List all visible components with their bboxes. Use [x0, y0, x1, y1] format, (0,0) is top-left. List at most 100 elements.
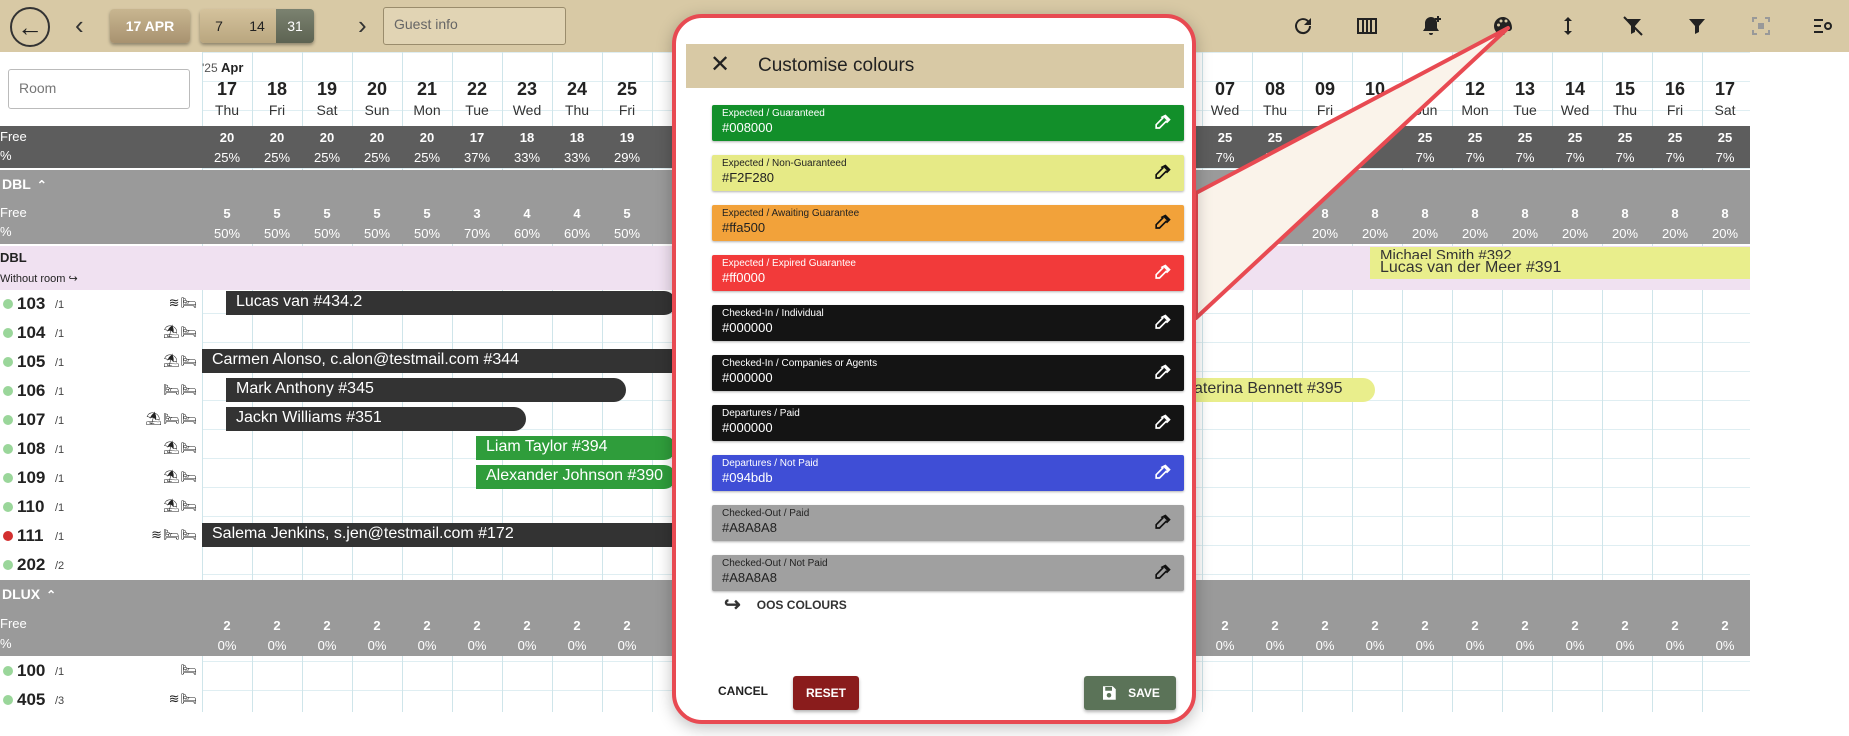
close-button[interactable]: ✕ — [710, 50, 730, 79]
date-number: 11 — [1415, 79, 1435, 99]
booking-bar[interactable]: aterina Bennett #395 — [1190, 378, 1375, 402]
prev-period-button[interactable]: ‹ — [75, 12, 84, 38]
reset-button[interactable]: RESET — [793, 676, 859, 710]
colour-swatch[interactable]: Checked-Out / Not Paid #A8A8A8 — [712, 555, 1184, 591]
customise-colours-dialog: ✕ Customise colours Expected / Guarantee… — [672, 14, 1196, 724]
percent-value: 50% — [313, 226, 341, 241]
eyedropper-icon[interactable] — [1152, 413, 1172, 433]
date-number: 23 — [516, 79, 538, 99]
room-row[interactable]: 111/1 ≋🛏🛏 — [0, 522, 200, 550]
scan-button[interactable] — [1748, 13, 1774, 39]
free-count: 8 — [1721, 206, 1729, 221]
colour-swatch[interactable]: Expected / Expired Guarantee #ff0000 — [712, 255, 1184, 291]
current-date-button[interactable]: 17 APR — [110, 9, 190, 43]
room-row[interactable]: 107/1 ⛱🛏🛏 — [0, 406, 200, 434]
room-row[interactable]: 104/1 ⛱🛏 — [0, 319, 200, 347]
cancel-button[interactable]: CANCEL — [718, 684, 768, 698]
refresh-button[interactable] — [1290, 13, 1316, 39]
month-label: Apr — [220, 60, 244, 75]
row-height-button[interactable] — [1555, 13, 1581, 39]
percent-value: 7% — [1515, 150, 1535, 165]
booking-bar[interactable]: Lucas van der Meer #391 — [1370, 259, 1750, 279]
colour-swatch[interactable]: Checked-In / Companies or Agents #000000 — [712, 355, 1184, 391]
booking-bar[interactable]: Alexander Johnson #390 — [476, 465, 676, 489]
back-button[interactable]: ← — [10, 7, 50, 47]
range-option-selected[interactable]: 31 — [276, 9, 314, 43]
date-column-header: 21 Mon — [402, 78, 452, 120]
range-option[interactable]: 14 — [238, 9, 276, 43]
date-column-header: 19 Sat — [302, 78, 352, 120]
room-row[interactable]: 202/2 — [0, 551, 200, 579]
guest-info-input[interactable]: Guest info — [383, 7, 566, 45]
free-count: 2 — [1371, 618, 1379, 633]
free-count: 18 — [519, 130, 535, 145]
save-icon — [1103, 686, 1116, 700]
date-number: 17 — [216, 79, 238, 99]
colour-swatch[interactable]: Checked-Out / Paid #A8A8A8 — [712, 505, 1184, 541]
room-status-dot — [3, 531, 13, 541]
eyedropper-icon[interactable] — [1152, 113, 1172, 133]
customise-colours-button[interactable] — [1490, 13, 1516, 39]
percent-value: 0% — [1365, 638, 1385, 653]
refresh-icon — [1295, 18, 1312, 35]
colour-swatch[interactable]: Expected / Non-Guaranteed #F2F280 — [712, 155, 1184, 191]
date-number: 21 — [416, 79, 438, 99]
free-label: Free — [0, 616, 27, 631]
eyedropper-icon[interactable] — [1152, 363, 1172, 383]
booking-bar[interactable]: Lucas van #434.2 — [226, 291, 676, 315]
room-amenity-icons: ≋🛏🛏 — [151, 527, 198, 542]
eyedropper-icon[interactable] — [1152, 313, 1172, 333]
percent-value: 0% — [517, 638, 537, 653]
room-row[interactable]: 103/1 ≋🛏 — [0, 290, 200, 318]
room-row[interactable]: 106/1 🛏🛏 — [0, 377, 200, 405]
colour-hex-value: #000000 — [722, 420, 773, 435]
free-count: 25 — [1467, 130, 1483, 145]
date-column-header: 24 Thu — [552, 78, 602, 120]
percent-value: 25% — [213, 150, 241, 165]
booking-bar[interactable]: Carmen Alonso, c.alon@testmail.com #344 — [202, 349, 676, 373]
range-option[interactable]: 7 — [200, 9, 238, 43]
eyedropper-icon[interactable] — [1152, 213, 1172, 233]
eyedropper-icon[interactable] — [1152, 263, 1172, 283]
weekday-label: Mon — [1461, 102, 1489, 118]
percent-value: 60% — [513, 226, 541, 241]
booking-bar[interactable]: Mark Anthony #345 — [226, 378, 626, 402]
next-period-button[interactable]: › — [358, 12, 367, 38]
percent-value: 0% — [1615, 638, 1635, 653]
eyedropper-icon[interactable] — [1152, 463, 1172, 483]
save-button[interactable]: SAVE — [1084, 676, 1176, 710]
eyedropper-icon[interactable] — [1152, 513, 1172, 533]
list-settings-button[interactable] — [1810, 13, 1836, 39]
percent-value: 0% — [1715, 638, 1735, 653]
free-count: 3 — [473, 206, 481, 221]
colour-swatch[interactable]: Departures / Paid #000000 — [712, 405, 1184, 441]
room-search-input[interactable]: Room — [8, 69, 190, 109]
eyedropper-icon[interactable] — [1152, 563, 1172, 583]
colour-hex-value: #A8A8A8 — [722, 570, 777, 585]
colour-hex-value: #000000 — [722, 320, 773, 335]
room-row[interactable]: 405/3 ≋🛏 — [0, 686, 200, 714]
room-row[interactable]: 109/1 ⛱🛏 — [0, 464, 200, 492]
room-row[interactable]: 110/1 ⛱🛏 — [0, 493, 200, 521]
colour-swatch[interactable]: Checked-In / Individual #000000 — [712, 305, 1184, 341]
room-status-dot — [3, 502, 13, 512]
clear-filter-button[interactable] — [1620, 13, 1646, 39]
room-row[interactable]: 100/1 🛏 — [0, 657, 200, 685]
colour-swatch[interactable]: Expected / Awaiting Guarantee #ffa500 — [712, 205, 1184, 241]
room-row[interactable]: 105/1 ⛱🛏 — [0, 348, 200, 376]
chevron-up-icon: ⌃ — [46, 588, 57, 602]
date-number: 09 — [1314, 79, 1336, 99]
columns-button[interactable] — [1354, 13, 1380, 39]
eyedropper-icon[interactable] — [1152, 163, 1172, 183]
colour-swatch[interactable]: Departures / Not Paid #094bdb — [712, 455, 1184, 491]
filter-button[interactable] — [1684, 13, 1710, 39]
oos-colours-link[interactable]: ↪ OOS COLOURS — [724, 592, 847, 617]
add-alert-button[interactable] — [1418, 13, 1444, 39]
room-capacity: /3 — [55, 695, 65, 707]
colour-swatch[interactable]: Expected / Guaranteed #008000 — [712, 105, 1184, 141]
booking-bar[interactable]: Salema Jenkins, s.jen@testmail.com #172 — [202, 523, 676, 547]
booking-bar[interactable]: Jackn Williams #351 — [226, 407, 526, 431]
booking-bar[interactable]: Liam Taylor #394 — [476, 436, 676, 460]
room-row[interactable]: 108/1 ⛱🛏 — [0, 435, 200, 463]
percent-value: 33% — [513, 150, 541, 165]
